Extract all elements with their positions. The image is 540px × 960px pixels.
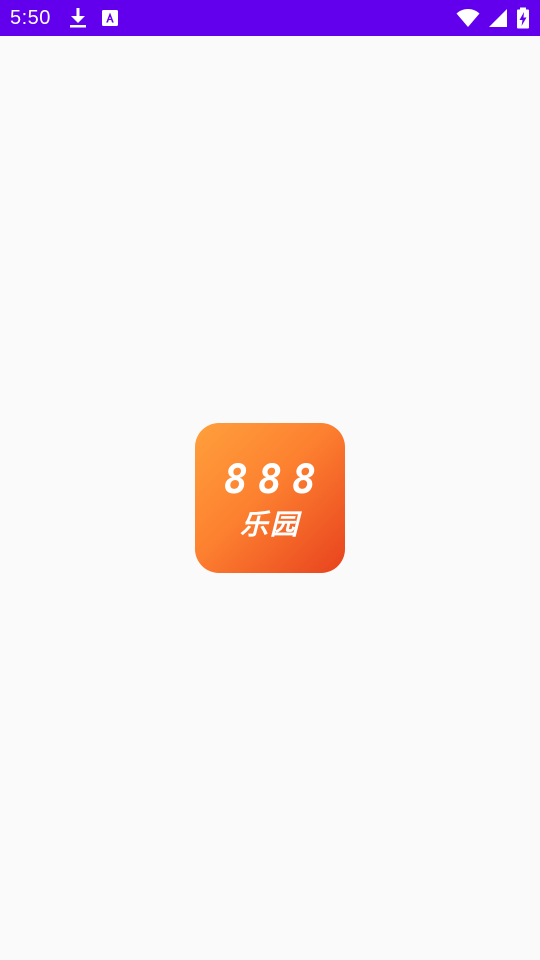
font-a-icon [101, 9, 119, 27]
cell-signal-icon [488, 8, 508, 28]
splash-screen: 888 乐园 [0, 36, 540, 960]
wifi-icon [456, 8, 480, 28]
status-notification-icons [69, 7, 119, 29]
logo-name: 乐园 [239, 508, 300, 541]
logo-numbers: 888 [223, 457, 327, 503]
battery-charging-icon [516, 7, 530, 29]
status-system-icons [456, 7, 530, 29]
status-time: 5:50 [10, 6, 51, 29]
app-logo: 888 乐园 [195, 423, 345, 573]
download-icon [69, 7, 87, 29]
status-bar: 5:50 [0, 0, 540, 36]
